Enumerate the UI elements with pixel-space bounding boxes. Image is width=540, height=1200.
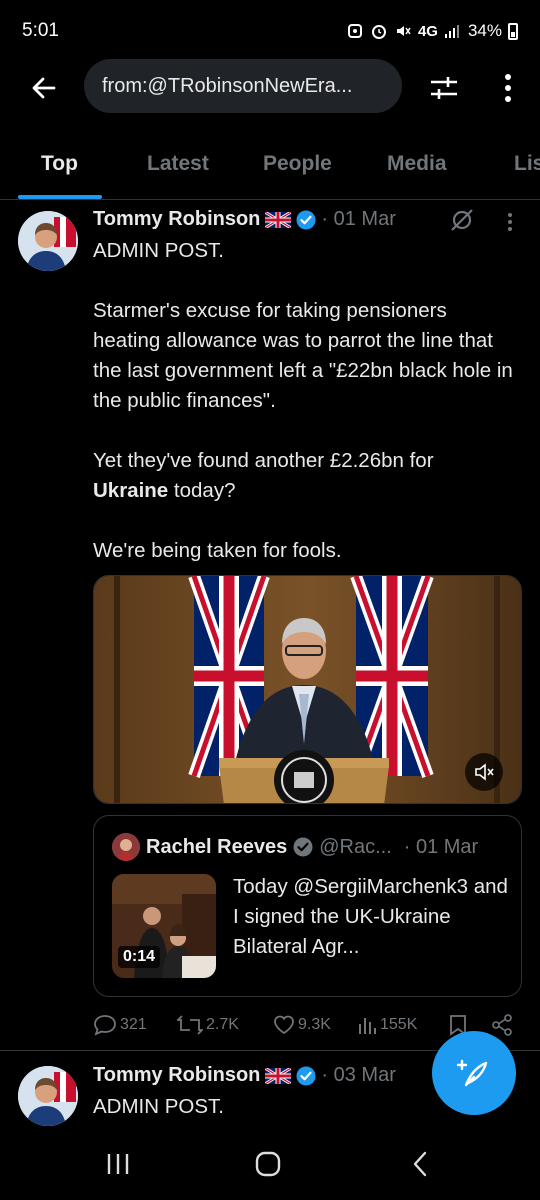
tweet-video[interactable]	[93, 575, 522, 804]
avatar-image	[18, 1066, 78, 1126]
mute-status-icon	[396, 26, 411, 36]
system-back-button[interactable]	[390, 1144, 450, 1184]
quoted-tweet[interactable]: Rachel Reeves @Rac... · 01 Mar 0:14 Toda…	[93, 815, 522, 997]
search-filter-button[interactable]	[424, 68, 464, 108]
home-icon	[255, 1151, 281, 1177]
share-icon	[492, 1014, 512, 1036]
search-query: from:@TRobinsonNewEra...	[102, 74, 353, 97]
tweet-paragraph: Yet they've found another £2.26bn for Uk…	[93, 449, 434, 502]
system-nav-bar	[0, 1128, 540, 1200]
tweet-date: · 01 Mar	[321, 208, 396, 230]
tweet-header: Tommy Robinson · 01 Mar	[93, 208, 396, 231]
views-button[interactable]: 155K	[357, 1015, 417, 1035]
avatar[interactable]	[18, 1066, 78, 1126]
tab-top[interactable]: Top	[41, 152, 78, 176]
tweet-header: Tommy Robinson · 03 Mar	[93, 1064, 396, 1087]
battery-icon	[508, 22, 518, 40]
reply-icon	[94, 1015, 116, 1036]
signal-icon	[444, 25, 459, 38]
video-mute-button[interactable]	[465, 753, 503, 791]
repost-count: 2.7K	[206, 1016, 239, 1033]
tweet-line: ADMIN POST.	[93, 239, 224, 262]
hashtag-ukraine[interactable]: Ukraine	[93, 479, 168, 502]
home-button[interactable]	[238, 1144, 298, 1184]
quoted-avatar	[112, 833, 140, 861]
verified-badge-icon	[293, 837, 313, 857]
reply-button[interactable]: 321	[93, 1014, 147, 1036]
chevron-left-icon	[413, 1151, 427, 1177]
verified-badge-icon	[296, 1066, 316, 1085]
alarm-icon	[371, 25, 386, 39]
avatar[interactable]	[18, 211, 78, 271]
quoted-video-thumbnail: 0:14	[112, 874, 216, 978]
tweet-paragraph: We're being taken for fools.	[93, 539, 342, 562]
back-arrow-icon	[32, 77, 56, 99]
tweet-more-button[interactable]	[500, 208, 520, 236]
tweet-date: · 03 Mar	[321, 1064, 396, 1086]
recent-apps-icon	[107, 1154, 129, 1174]
quoted-author-name: Rachel Reeves	[146, 835, 288, 858]
like-button[interactable]: 9.3K	[273, 1015, 331, 1035]
active-tab-indicator	[18, 195, 102, 199]
repost-button[interactable]: 2.7K	[177, 1014, 239, 1036]
notification-icon	[347, 24, 362, 38]
quoted-tweet-text: Today @SergiiMarchenk3 and I signed the …	[233, 875, 508, 958]
video-duration: 0:14	[118, 946, 161, 968]
volume-muted-icon	[475, 763, 494, 781]
sliders-icon	[431, 77, 457, 99]
battery-percent: 34%	[467, 21, 502, 40]
repost-icon	[177, 1015, 203, 1035]
status-icons: 4G 34%	[346, 21, 518, 41]
uk-flag-icon	[265, 211, 292, 228]
compose-post-button[interactable]	[432, 1031, 516, 1115]
more-vertical-icon	[505, 74, 511, 102]
author-name[interactable]: Tommy Robinson	[93, 208, 260, 231]
tab-lists[interactable]: Lis	[514, 152, 540, 176]
status-bar: 5:01 4G 34%	[0, 0, 540, 62]
compose-feather-icon	[456, 1059, 488, 1087]
tab-media[interactable]: Media	[387, 152, 447, 176]
quoted-handle: @Rac...	[319, 835, 392, 858]
status-time: 5:01	[22, 20, 59, 41]
more-vertical-icon	[508, 213, 512, 231]
quoted-date: · 01 Mar	[403, 835, 479, 858]
author-name[interactable]: Tommy Robinson	[93, 1064, 260, 1087]
tab-people[interactable]: People	[263, 152, 332, 176]
verified-badge-icon	[296, 210, 316, 229]
uk-flag-icon	[265, 1067, 292, 1084]
tab-latest[interactable]: Latest	[147, 152, 209, 176]
grok-button[interactable]	[448, 206, 476, 234]
more-options-button[interactable]	[488, 68, 528, 108]
search-tabs: Top Latest People Media Lis	[0, 138, 540, 200]
recent-apps-button[interactable]	[88, 1144, 148, 1184]
heart-icon	[274, 1015, 294, 1035]
tweet-paragraph: Starmer's excuse for taking pensioners h…	[93, 299, 513, 412]
grok-icon	[451, 209, 473, 231]
search-header: from:@TRobinsonNewEra...	[0, 58, 540, 118]
search-input[interactable]: from:@TRobinsonNewEra...	[84, 59, 402, 113]
share-button[interactable]	[491, 1014, 513, 1036]
like-count: 9.3K	[298, 1016, 331, 1033]
avatar-image	[18, 211, 78, 271]
network-type: 4G	[417, 22, 438, 40]
reply-count: 321	[120, 1016, 147, 1033]
back-button[interactable]	[24, 68, 64, 108]
tweet-text: ADMIN POST. Starmer's excuse for taking …	[93, 236, 513, 566]
quoted-tweet-header: Rachel Reeves @Rac... · 01 Mar	[112, 833, 478, 861]
views-chart-icon	[359, 1018, 376, 1034]
view-count: 155K	[380, 1016, 418, 1033]
video-frame	[94, 576, 521, 803]
